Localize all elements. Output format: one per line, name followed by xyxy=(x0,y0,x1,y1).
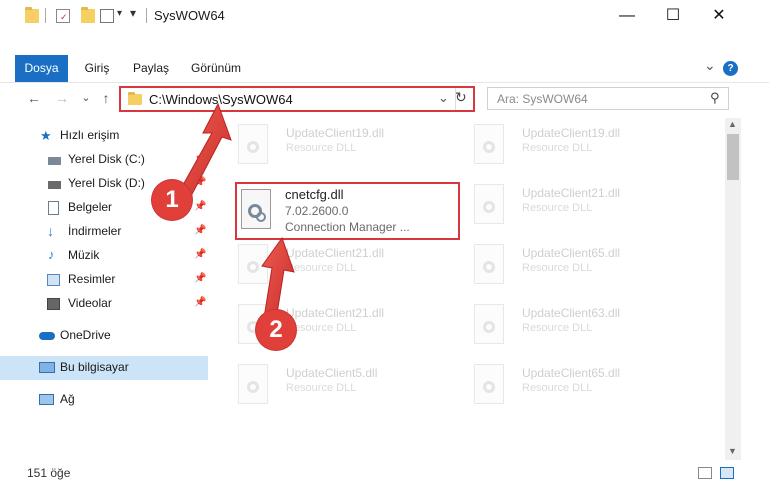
step-badge-2: 2 xyxy=(256,310,296,350)
step-badge-1: 1 xyxy=(152,180,192,220)
annotation-overlay xyxy=(177,102,295,321)
arrow-to-address xyxy=(177,102,232,199)
arrow-to-file xyxy=(261,236,295,321)
